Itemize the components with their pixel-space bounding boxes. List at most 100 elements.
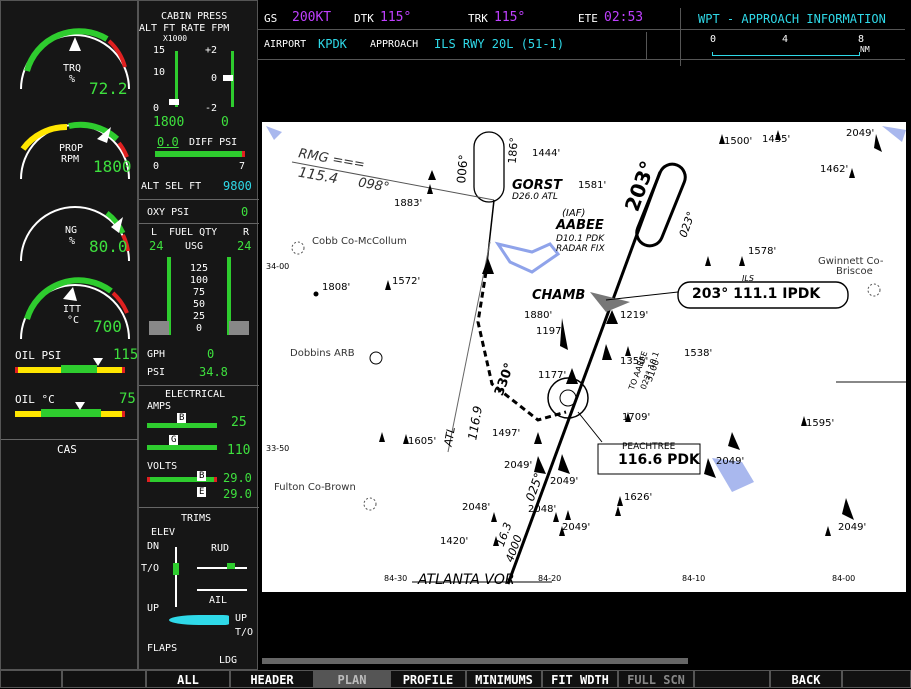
trq-label: TRQ xyxy=(63,63,82,74)
elev-1197: 1197' xyxy=(536,326,565,337)
softkey-all[interactable]: ALL xyxy=(146,670,230,688)
flap-ldg-label: LDG xyxy=(219,655,238,666)
elev-trim-band xyxy=(173,563,179,575)
cabin-rate-value: 0 xyxy=(221,115,229,130)
amps-b-marker: B xyxy=(177,413,187,423)
trim-ail-label: AIL xyxy=(209,595,228,606)
cabin-tick-p2: +2 xyxy=(205,45,218,56)
softkey-back[interactable]: BACK xyxy=(770,670,842,688)
flaps-label: FLAPS xyxy=(147,643,178,654)
elev-1538: 1538' xyxy=(684,348,713,359)
airport-value[interactable]: KPDK xyxy=(318,37,347,51)
softkey-minimums[interactable]: MINIMUMS xyxy=(466,670,542,688)
chart-scrollbar[interactable] xyxy=(262,658,688,664)
softkey-blank-2[interactable] xyxy=(62,670,146,688)
volts-b-marker: B xyxy=(197,471,207,481)
softkey-fit-width[interactable]: FIT WDTH xyxy=(542,670,618,688)
volts-e-value: 29.0 xyxy=(223,487,252,501)
trim-elev-label: ELEV xyxy=(151,527,176,538)
gs-label: GS xyxy=(264,12,278,25)
cas-label: CAS xyxy=(57,443,77,456)
softkey-blank-3[interactable] xyxy=(694,670,770,688)
fuel-tick: 100 xyxy=(189,275,209,286)
dobbins-label: Dobbins ARB xyxy=(290,348,355,359)
elev-1435: 1435' xyxy=(762,134,791,145)
trim-up-label: UP xyxy=(147,603,160,614)
course-006: 006° xyxy=(454,153,471,185)
fuel-tick: 125 xyxy=(189,263,209,274)
elev-1572: 1572' xyxy=(392,276,421,287)
lon-8400: 84-00 xyxy=(832,574,856,583)
lon-8410: 84-10 xyxy=(682,574,706,583)
lon-8420: 84-20 xyxy=(538,574,562,583)
elev-1444: 1444' xyxy=(532,148,561,159)
elev-trim-scale xyxy=(175,547,177,607)
ils-frequency-box: 203° 111.1 IPDK xyxy=(692,286,821,302)
atlanta-vor-label: ATLANTA VOR xyxy=(418,572,515,588)
fuel-tick: 50 xyxy=(192,299,206,310)
alt-sel-value[interactable]: 9800 xyxy=(223,179,252,193)
rud-trim-band xyxy=(227,563,235,569)
flap-up-label: UP xyxy=(235,613,248,624)
elev-1500: 1500' xyxy=(724,136,753,147)
gph-label: GPH xyxy=(147,349,166,360)
cabin-rate-pointer xyxy=(223,75,233,81)
fuel-ticks: 125 100 75 50 25 0 xyxy=(185,263,213,335)
elev-1808: 1808' xyxy=(322,282,351,293)
fuel-title: FUEL QTY xyxy=(169,227,218,238)
trim-dn-label: DN xyxy=(147,541,160,552)
elev-2049-c: 2049' xyxy=(716,456,745,467)
diff-psi-bar xyxy=(155,151,245,157)
elev-1581: 1581' xyxy=(578,180,607,191)
cobb-label: Cobb Co-McCollum xyxy=(312,236,407,247)
oil-temp-value: 75 xyxy=(119,391,136,407)
aabee-sub1: D10.1 PDK xyxy=(556,234,605,244)
chamb-label: CHAMB xyxy=(532,288,586,303)
oxy-value: 0 xyxy=(241,205,249,219)
softkey-full-screen[interactable]: FULL SCN xyxy=(618,670,694,688)
softkey-blank-1[interactable] xyxy=(0,670,62,688)
psi-label: PSI xyxy=(147,367,166,378)
itt-value: 700 xyxy=(93,317,122,336)
cabin-tick-m2: -2 xyxy=(205,103,218,114)
dtk-label: DTK xyxy=(354,12,374,25)
softkey-header[interactable]: HEADER xyxy=(230,670,314,688)
trims-title: TRIMS xyxy=(181,513,212,524)
elev-2048-b: 2048' xyxy=(528,504,557,515)
cabin-tick-10: 10 xyxy=(153,67,166,78)
approach-chart[interactable]: RMG === 115.4 098° 1883' GORST D26.0 ATL… xyxy=(262,122,906,592)
softkey-plan[interactable]: PLAN xyxy=(314,670,390,688)
cabin-tick-0a: 0 xyxy=(153,103,160,114)
oil-psi-green-band xyxy=(61,365,97,373)
softkey-profile[interactable]: PROFILE xyxy=(390,670,466,688)
softkey-blank-4[interactable] xyxy=(842,670,911,688)
elev-1883: 1883' xyxy=(394,198,423,209)
fuel-left-pointer xyxy=(149,321,169,335)
volts-b-value: 29.0 xyxy=(223,471,252,485)
trim-to-label: T/O xyxy=(141,563,160,574)
cobb-airport-icon xyxy=(291,241,305,255)
fuel-right-pointer xyxy=(229,321,249,335)
amps-b-value: 25 xyxy=(231,415,247,430)
approach-value[interactable]: ILS RWY 20L (51-1) xyxy=(434,37,564,51)
elev-1462: 1462' xyxy=(820,164,849,175)
scale-4: 4 xyxy=(782,34,789,45)
dobbins-airport-icon xyxy=(369,351,383,365)
scale-0: 0 xyxy=(710,34,717,45)
itt-label: ITT xyxy=(63,304,82,315)
lat-3350: 33-50 xyxy=(266,444,290,453)
elev-1626: 1626' xyxy=(624,492,653,503)
systems-panel: CABIN PRESS ALT FT RATE FPM X1000 15 +2 … xyxy=(138,0,259,670)
prop-unit: RPM xyxy=(61,154,80,165)
ete-label: ETE xyxy=(578,12,598,25)
nav-data-bar: GS 200KT DTK 115° TRK 115° ETE 02:53 WPT… xyxy=(258,8,905,66)
elev-2049-e: 2049' xyxy=(562,522,591,533)
diff-psi-max: 7 xyxy=(239,161,246,172)
approach-info-bar: AIRPORT KPDK APPROACH ILS RWY 20L (51-1)… xyxy=(258,32,905,60)
cas-divider xyxy=(1,439,139,440)
gph-value: 0 xyxy=(207,347,215,361)
prop-label: PROP xyxy=(59,143,84,154)
oil-psi-pointer xyxy=(93,358,103,366)
cabin-sub: ALT FT RATE FPM xyxy=(139,23,230,34)
fuel-tick: 75 xyxy=(192,287,206,298)
